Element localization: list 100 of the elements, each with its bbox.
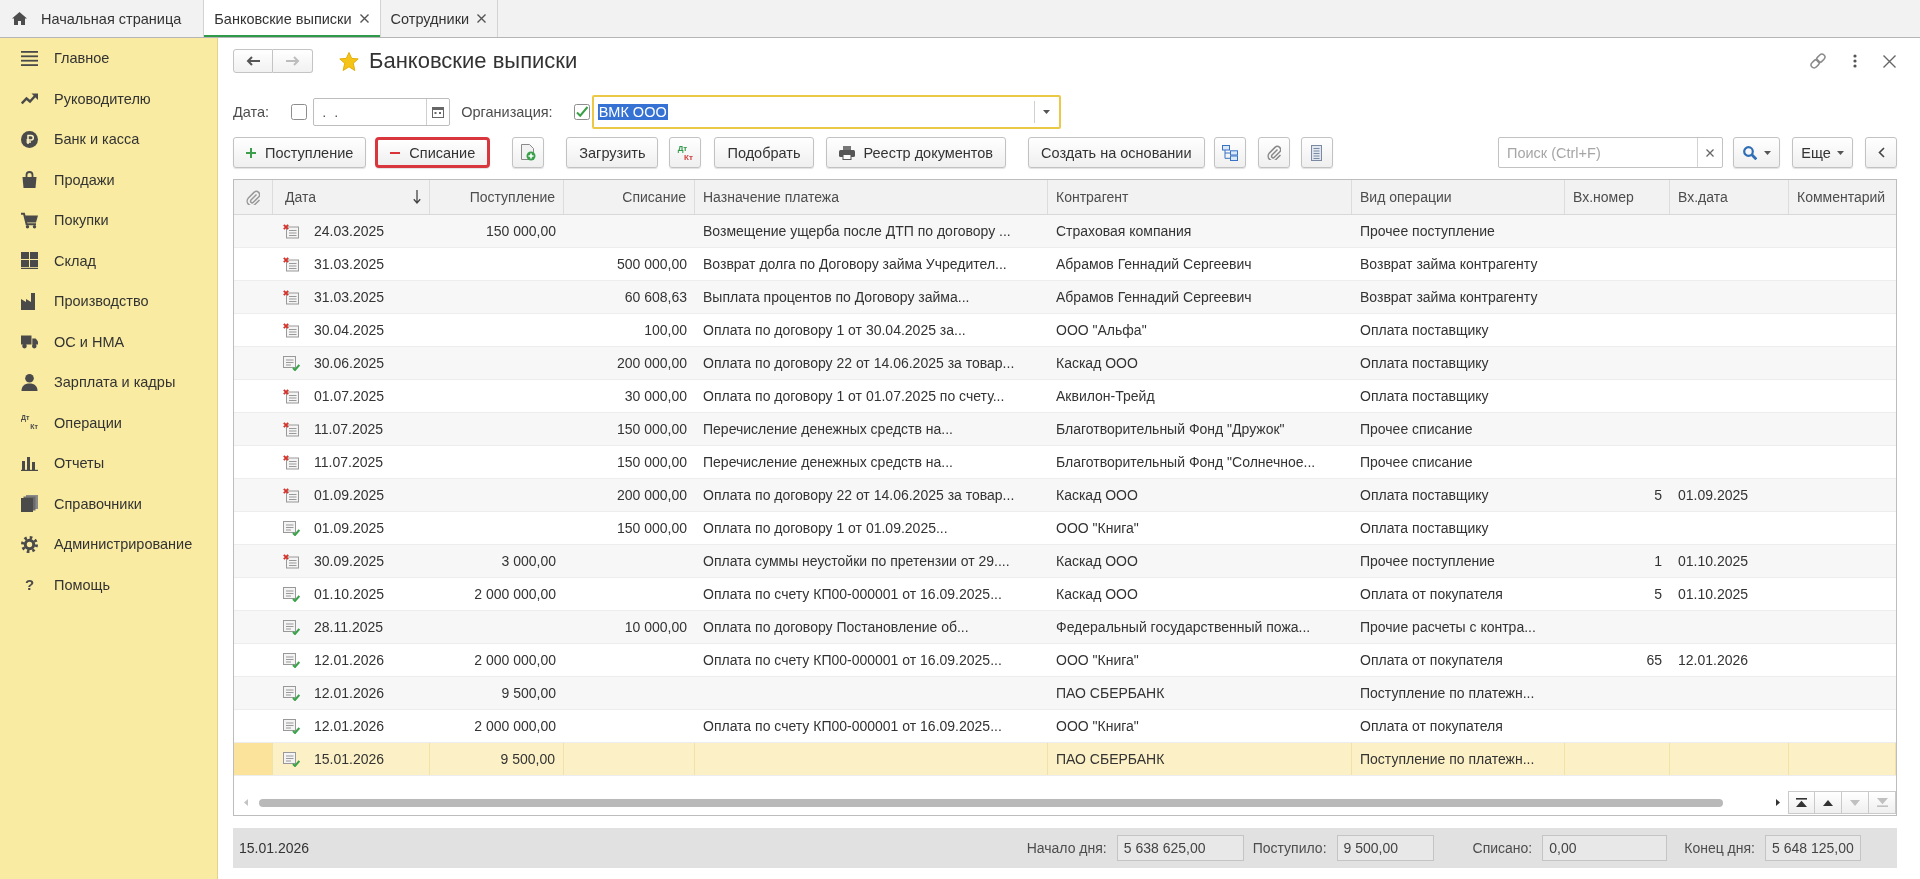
table-row[interactable]: 28.11.2025 10 000,00 Оплата по договору Постановление об... Федеральный государственный пожа... Прочие расчеты с контра... [234,611,1896,644]
load-button[interactable]: Загрузить [566,137,659,168]
debit-credit-button[interactable]: Дт Кт [669,137,702,168]
table-row[interactable]: 15.01.2026 9 500,00 ПАО СБЕРБАНК Поступление по платежн... [234,743,1896,776]
table-cell-text: ООО "Книга" [1055,519,1140,538]
calendar-icon[interactable] [432,106,445,118]
back-button[interactable] [233,49,273,73]
scroll-left-icon[interactable] [244,799,248,806]
tab[interactable]: Сотрудники [380,0,499,37]
collapse-button[interactable] [1865,137,1897,168]
table-cell: Поступление по платежн... [1352,743,1565,775]
sort-arrow-icon [413,190,421,204]
list-button[interactable] [1300,137,1333,168]
star-icon[interactable] [339,51,359,71]
sidebar-item[interactable]: Справочники [0,483,217,524]
first-row-button[interactable] [1788,791,1815,814]
table-cell: 15.01.2026 [314,751,385,767]
table-cell-text: Благотворительный Фонд "Дружок" [1055,420,1286,439]
close-icon[interactable] [359,14,369,23]
column-header[interactable]: Назначение платежа [695,180,1048,214]
table-row[interactable]: 01.09.2025 200 000,00 Оплата по договору 22 от 14.06.2025 за товар... Каскад ООО Оплата поставщику 5 01.09.2025 [234,479,1896,512]
table-cell-text: Оплата поставщику [1359,354,1490,373]
sidebar-item[interactable]: Отчеты [0,443,217,484]
table-row[interactable]: 31.03.2025 60 608,63 Выплата процентов по Договору займа... Абрамов Геннадий Сергеевич Возврат займа контрагенту [234,281,1896,314]
column-header[interactable]: Контрагент [1048,180,1352,214]
table-cell: 01.09.2025 [314,487,385,503]
income-button[interactable]: Поступление [233,137,367,168]
table-cell-text: Перечисление денежных средств на... [702,453,954,472]
date-field[interactable]: . . [313,98,451,126]
sidebar-item[interactable]: Администрирование [0,524,217,565]
table-cell-text: Прочее поступление [1359,552,1496,571]
sidebar-item[interactable]: Покупки [0,200,217,241]
sidebar-item[interactable]: Главное [0,38,217,79]
table-row[interactable]: 30.09.2025 3 000,00 Оплата суммы неустойки по претензии от 29.... Каскад ООО Прочее поступление 1 01.10.2025 [234,545,1896,578]
organization-field[interactable]: ВМК ООО [591,95,1061,129]
link-icon[interactable] [1809,52,1827,70]
table-cell-text: Возврат долга по Договору займа Учредител... [702,255,1008,274]
column-header[interactable]: Вх.номер [1565,180,1670,214]
sidebar-item[interactable]: Зарплата и кадры [0,362,217,403]
close-icon[interactable] [1883,54,1896,68]
create-based-on-button[interactable]: Создать на основании [1028,137,1205,168]
truck-icon [21,333,38,351]
arrow-right-icon [285,56,300,66]
table-cell: ПАО СБЕРБАНК [1048,743,1352,775]
search-button[interactable] [1733,137,1780,168]
create-document-button[interactable] [512,137,545,168]
table-cell-text: 01.10.2025 [1677,552,1750,571]
column-header[interactable]: Списание [564,180,695,214]
checkbox[interactable] [573,104,590,120]
table-cell-text: Поступление по платежн... [1359,684,1536,703]
select-button[interactable]: Подобрать [714,137,814,168]
chevron-left-icon [1877,147,1885,158]
structure-button[interactable] [1213,137,1246,168]
sidebar-item[interactable]: Банк и касса [0,119,217,160]
hierarchy-icon [1221,144,1238,161]
tab[interactable]: Банковские выписки [204,0,381,37]
sidebar-item[interactable]: Продажи [0,159,217,200]
table-row[interactable]: 30.06.2025 200 000,00 Оплата по договору 22 от 14.06.2025 за товар... Каскад ООО Оплата поставщику [234,347,1896,380]
sidebar-item[interactable]: Склад [0,240,217,281]
table-cell: 12.01.2026 [314,652,385,668]
table-cell-text: 200 000,00 [615,354,688,373]
column-header[interactable]: Поступление [430,180,564,214]
attachments-button[interactable] [1257,137,1290,168]
scrollbar-thumb[interactable] [259,798,1723,807]
table-cell-text: Оплата от покупателя [1359,717,1504,736]
clear-icon[interactable] [1706,148,1714,157]
sidebar-item[interactable]: ОС и НМА [0,321,217,362]
table-cell: 24.03.2025 [314,223,385,239]
boxes-icon [21,252,38,270]
menu-icon [21,49,38,67]
more-icon[interactable] [1853,54,1857,68]
register-button[interactable]: Реестр документов [825,137,1007,168]
table-row[interactable]: 11.07.2025 150 000,00 Перечисление денежных средств на... Благотворительный Фонд "Дружок" Прочее списание [234,413,1896,446]
table-cell: 30.06.2025 [314,355,385,371]
caret-icon[interactable] [1043,110,1051,114]
scroll-right-icon[interactable] [1776,799,1780,806]
sidebar-item[interactable]: Производство [0,281,217,322]
row-up-button[interactable] [1815,791,1842,814]
table-cell-text: 200 000,00 [615,486,688,505]
table-row[interactable]: 12.01.2026 9 500,00 ПАО СБЕРБАНК Поступление по платежн... [234,677,1896,710]
organization-label: Организация: [461,104,553,120]
coin-icon [21,130,38,148]
column-header[interactable]: Вх.дата [1670,180,1789,214]
sidebar-item[interactable]: Руководителю [0,78,217,119]
table-cell-text: 60 608,63 [623,288,688,307]
expense-button[interactable]: Списание [375,137,491,168]
column-header[interactable]: Вид операции [1352,180,1565,214]
caret-icon [1836,150,1844,155]
table-row[interactable]: 24.03.2025 150 000,00 Возмещение ущерба после ДТП по договору ... Страховая компания Прочее поступление [234,215,1896,248]
more-button[interactable]: Еще [1792,137,1853,168]
close-icon[interactable] [477,14,487,23]
column-header[interactable]: Дата [273,180,430,214]
column-header[interactable]: Комментарий [1789,180,1896,214]
table-cell-text: ПАО СБЕРБАНК [1055,684,1166,703]
table-cell-text: Оплата поставщику [1359,321,1490,340]
table-cell-text: Оплата от покупателя [1359,585,1504,604]
table-cell: 30.04.2025 [314,322,385,338]
table-cell-text: Оплата поставщику [1359,519,1490,538]
checkbox[interactable] [291,104,308,120]
sidebar-item[interactable]: ? Помощь [0,564,217,605]
